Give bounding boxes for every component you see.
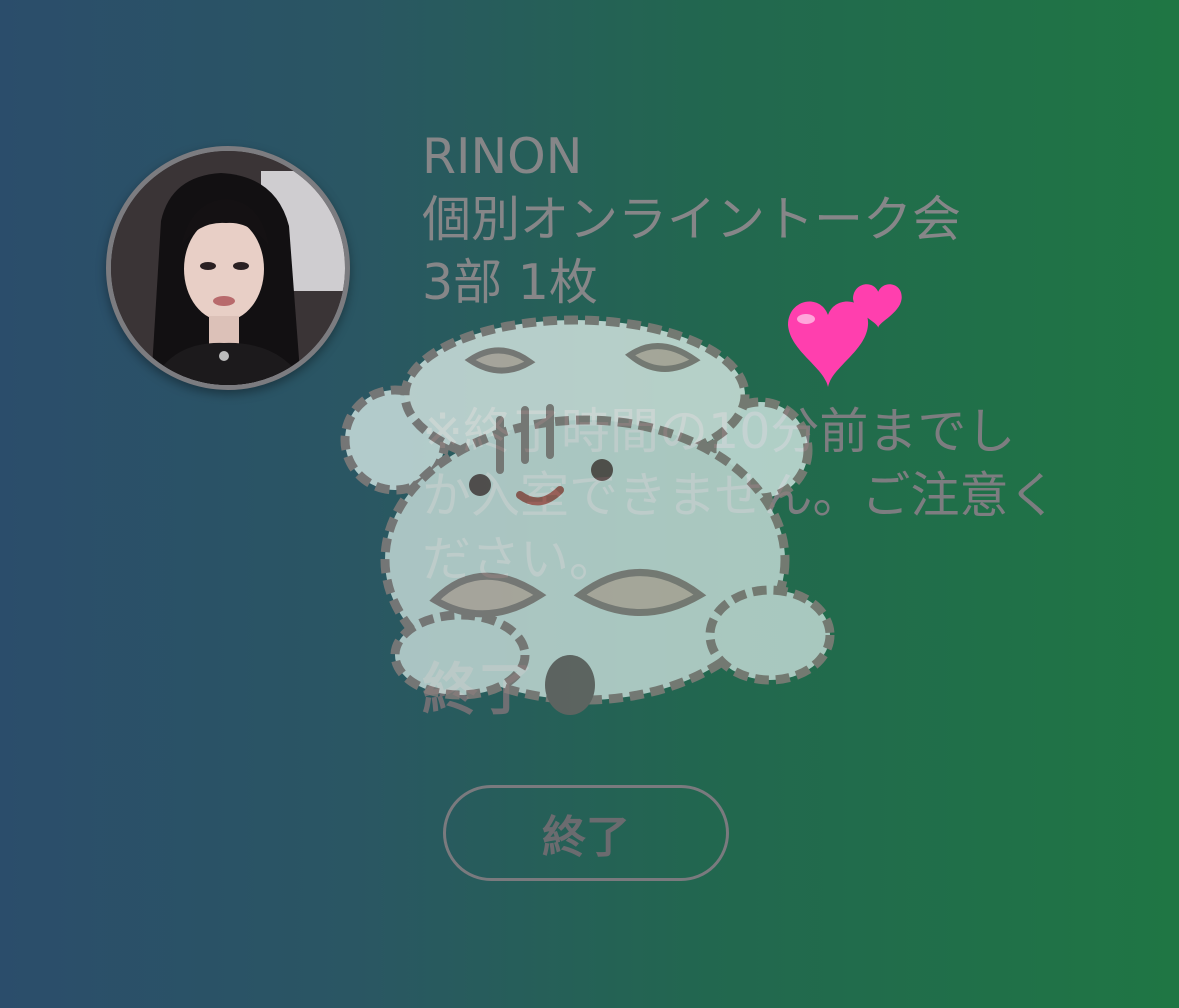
session-info: 3部 1枚 xyxy=(422,254,598,311)
end-button[interactable]: 終了 xyxy=(443,785,729,881)
event-title: 個別オンライントーク会 xyxy=(422,191,962,248)
avatar-photo xyxy=(111,151,345,385)
avatar xyxy=(106,146,350,390)
entry-notice: ※終了時間の10分前までしか入室できません。ご注意ください。 xyxy=(422,403,1058,588)
talk-event-screen: RINON 個別オンライントーク会 3部 1枚 ※終了時間の10分前までしか入室… xyxy=(0,0,1179,1008)
status-label: 終了 xyxy=(422,658,534,723)
event-info: RINON 個別オンライントーク会 3部 1枚 xyxy=(422,125,961,314)
artist-name: RINON xyxy=(422,128,583,185)
